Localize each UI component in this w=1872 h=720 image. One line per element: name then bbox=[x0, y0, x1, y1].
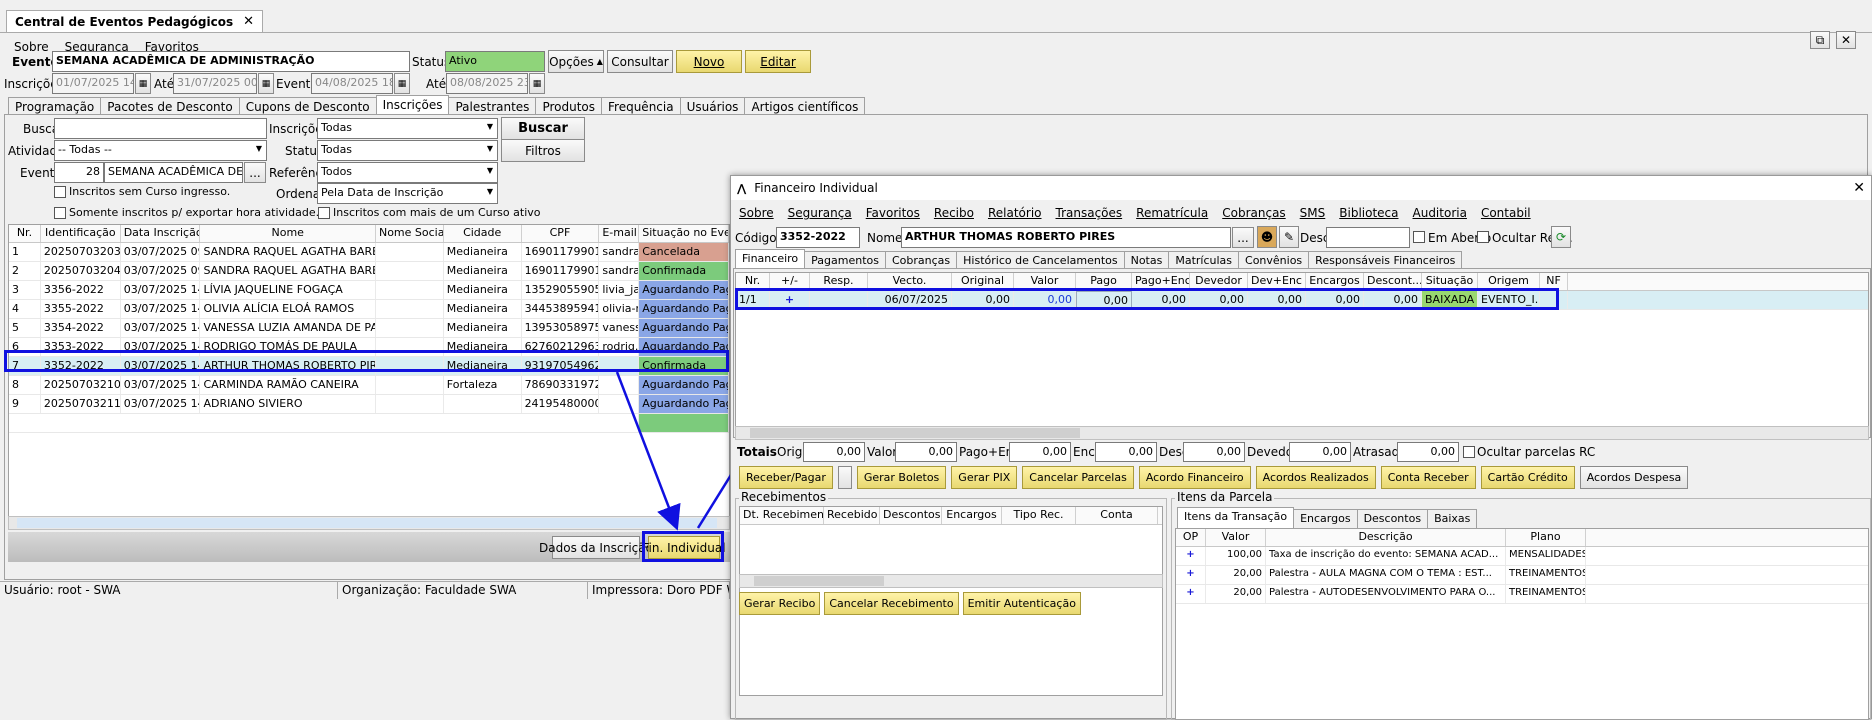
highlight-parcela-row bbox=[735, 288, 1559, 310]
column-header[interactable]: OP bbox=[1176, 529, 1206, 546]
em-aberto-checkbox[interactable] bbox=[1413, 231, 1425, 243]
itens-tab[interactable]: Descontos bbox=[1356, 509, 1429, 529]
itens-body: +100,00 Taxa de inscrição do evento: SEMA… bbox=[1176, 547, 1868, 604]
bottom-action-button[interactable]: Cancelar Recebimento bbox=[824, 592, 959, 615]
nome-field[interactable]: ARTHUR THOMAS ROBERTO PIRES bbox=[901, 227, 1231, 248]
total-valor-field: 0,00 bbox=[895, 442, 957, 462]
column-header[interactable]: Encargos bbox=[942, 507, 1002, 524]
ocultar-rc-checkbox[interactable] bbox=[1463, 446, 1475, 458]
arrow-to-fin-button bbox=[615, 371, 681, 531]
table-row[interactable]: +20,00 Palestra - AUTODESENVOLVIMENTO PAR… bbox=[1176, 585, 1868, 604]
parcelas-hscrollbar[interactable] bbox=[735, 426, 1869, 440]
fin-menu-item[interactable]: Cobranças bbox=[1222, 206, 1285, 220]
column-header[interactable]: Dt. Recebimento bbox=[740, 507, 824, 524]
action-button[interactable]: Cancelar Parcelas bbox=[1022, 466, 1134, 489]
fin-menu-item[interactable]: Biblioteca bbox=[1339, 206, 1398, 220]
table-cell: + bbox=[1176, 566, 1206, 584]
bottom-action-button[interactable]: Emitir Autenticação bbox=[962, 592, 1081, 615]
itens-tab[interactable]: Baixas bbox=[1427, 509, 1478, 529]
table-cell: 20,00 bbox=[1206, 566, 1266, 584]
fin-actions: Receber/Pagar Gerar Boletos Gerar PIX Cance… bbox=[739, 466, 1689, 489]
recebimentos-header: Dt. RecebimentoRecebidoDescontosEncargos… bbox=[740, 507, 1162, 525]
fin-menu-item[interactable]: Auditoria bbox=[1413, 206, 1467, 220]
itens-tab[interactable]: Encargos bbox=[1293, 509, 1358, 529]
itens-grid: OP Valor Descrição Plano +100,00 Taxa de ins… bbox=[1175, 528, 1869, 720]
refresh-icon[interactable]: ⟳ bbox=[1551, 226, 1571, 248]
codigo-field[interactable]: 3352-2022 bbox=[776, 227, 860, 248]
fin-title: Financeiro Individual bbox=[754, 181, 878, 195]
action-button[interactable]: Acordos Despesa bbox=[1579, 466, 1689, 489]
nome-lookup-button[interactable]: ... bbox=[1232, 227, 1254, 248]
table-cell: Palestra - AULA MAGNA COM O TEMA : EST..… bbox=[1266, 566, 1506, 584]
close-fin-icon[interactable]: ✕ bbox=[1853, 180, 1865, 196]
fin-menu-item[interactable]: SMS bbox=[1300, 206, 1326, 220]
fin-menu-item[interactable]: Sobre bbox=[739, 206, 774, 220]
recebimentos-actions: Gerar Recibo Cancelar Recebimento Emitir A… bbox=[739, 592, 1081, 615]
table-cell: 20,00 bbox=[1206, 585, 1266, 603]
table-cell: TREINAMENTOS E bbox=[1506, 566, 1586, 584]
person-icon[interactable]: ☻ bbox=[1257, 226, 1277, 248]
desc-field[interactable] bbox=[1326, 227, 1410, 248]
column-header[interactable]: Valor bbox=[1206, 529, 1266, 546]
table-cell: 100,00 bbox=[1206, 547, 1266, 565]
fin-menu-item[interactable]: Contabil bbox=[1481, 206, 1531, 220]
column-header[interactable]: Conta bbox=[1076, 507, 1158, 524]
fin-menu-item[interactable]: Relatório bbox=[988, 206, 1042, 220]
total-orig_label: Orig: bbox=[777, 445, 807, 459]
table-row[interactable]: +20,00 Palestra - AULA MAGNA COM O TEMA :… bbox=[1176, 566, 1868, 585]
fin-titlebar: ⋀ Financeiro Individual ✕ bbox=[731, 176, 1871, 200]
total-devedor-field: 0,00 bbox=[1289, 442, 1351, 462]
main-window: Central de Eventos Pedagógicos ✕ Sobre S… bbox=[0, 0, 1872, 720]
total-totais_label: Totais bbox=[737, 445, 777, 459]
table-cell: Palestra - AUTODESENVOLVIMENTO PARA O... bbox=[1266, 585, 1506, 603]
column-header[interactable]: Recebido bbox=[824, 507, 880, 524]
total-atrasado-field: 0,00 bbox=[1397, 442, 1459, 462]
financeiro-window: ⋀ Financeiro Individual ✕ Sobre Segurança… bbox=[730, 175, 1872, 720]
itens-header: OP Valor Descrição Plano bbox=[1176, 529, 1868, 547]
column-header[interactable]: Descrição bbox=[1266, 529, 1506, 546]
fin-menu-item[interactable]: Favoritos bbox=[866, 206, 920, 220]
table-cell: + bbox=[1176, 585, 1206, 603]
recebimentos-title: Recebimentos bbox=[739, 490, 829, 504]
table-row[interactable]: +100,00 Taxa de inscrição do evento: SEMA… bbox=[1176, 547, 1868, 566]
total-enc-field: 0,00 bbox=[1095, 442, 1157, 462]
action-button[interactable]: Gerar Boletos bbox=[856, 466, 947, 489]
codigo-label: Código: bbox=[735, 231, 781, 245]
action-button[interactable]: Gerar PIX bbox=[951, 466, 1018, 489]
fin-menu-item[interactable]: Transações bbox=[1056, 206, 1123, 220]
column-header[interactable]: Plano bbox=[1506, 529, 1586, 546]
fin-menubar: Sobre Segurança Favoritos Recibo Relatório Tr… bbox=[739, 206, 1531, 220]
table-cell: TREINAMENTOS E bbox=[1506, 585, 1586, 603]
recebimentos-hscrollbar[interactable] bbox=[739, 574, 1163, 588]
action-button[interactable]: Cartão Crédito bbox=[1480, 466, 1575, 489]
table-cell: MENSALIDADES E bbox=[1506, 547, 1586, 565]
total-ocultar_rc: Ocultar parcelas RC bbox=[1477, 445, 1596, 459]
action-button[interactable]: Conta Receber bbox=[1380, 466, 1476, 489]
column-header[interactable]: Descontos bbox=[880, 507, 942, 524]
total-desc2-field: 0,00 bbox=[1183, 442, 1245, 462]
fin-menu-item[interactable]: Recibo bbox=[934, 206, 974, 220]
itens-tab[interactable]: Itens da Transação bbox=[1177, 507, 1295, 529]
column-header[interactable]: Tipo Rec. bbox=[1002, 507, 1076, 524]
bottom-action-button[interactable]: Gerar Recibo bbox=[739, 592, 821, 615]
action-button[interactable]: Acordos Realizados bbox=[1255, 466, 1376, 489]
fin-menu-item[interactable]: Segurança bbox=[788, 206, 852, 220]
ocultar-resp-checkbox[interactable] bbox=[1477, 231, 1489, 243]
fin-menu-item[interactable]: Rematrícula bbox=[1136, 206, 1208, 220]
table-cell: Taxa de inscrição do evento: SEMANA ACAD… bbox=[1266, 547, 1506, 565]
table-cell: + bbox=[1176, 547, 1206, 565]
total-orig-field: 0,00 bbox=[803, 442, 865, 462]
itens-tabs: Itens da Transação Encargos Descontos Baixa… bbox=[1177, 507, 1478, 529]
itens-title: Itens da Parcela bbox=[1175, 490, 1275, 504]
action-button[interactable]: Receber/Pagar bbox=[739, 466, 833, 489]
action-button[interactable]: Acordo Financeiro bbox=[1138, 466, 1251, 489]
caret-up-icon[interactable] bbox=[837, 466, 852, 489]
edit-note-icon[interactable]: ✎ bbox=[1279, 226, 1299, 248]
total-pagoenc-field: 0,00 bbox=[1009, 442, 1071, 462]
app-logo-icon: ⋀ bbox=[737, 181, 747, 195]
